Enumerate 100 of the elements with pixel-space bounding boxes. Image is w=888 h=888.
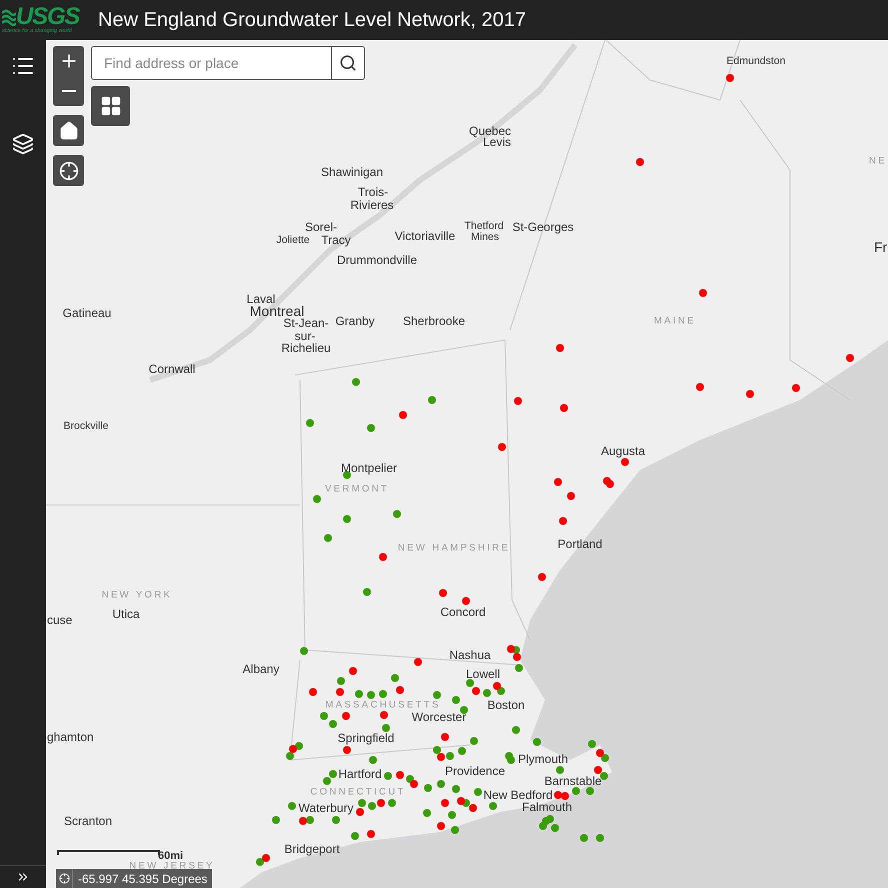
well-site-marker[interactable]: [596, 834, 604, 842]
well-site-marker[interactable]: [329, 770, 337, 778]
well-site-marker[interactable]: [379, 690, 387, 698]
well-site-marker[interactable]: [621, 458, 629, 466]
search-button[interactable]: [332, 46, 365, 80]
well-site-marker[interactable]: [367, 691, 375, 699]
well-site-marker[interactable]: [567, 492, 575, 500]
well-site-marker[interactable]: [699, 289, 707, 297]
well-site-marker[interactable]: [636, 158, 644, 166]
well-site-marker[interactable]: [472, 687, 480, 695]
well-site-marker[interactable]: [497, 687, 505, 695]
well-site-marker[interactable]: [262, 854, 270, 862]
well-site-marker[interactable]: [451, 826, 459, 834]
well-site-marker[interactable]: [792, 384, 800, 392]
well-site-marker[interactable]: [559, 517, 567, 525]
well-site-marker[interactable]: [306, 816, 314, 824]
well-site-marker[interactable]: [272, 816, 280, 824]
well-site-marker[interactable]: [466, 679, 474, 687]
well-site-marker[interactable]: [382, 724, 390, 732]
well-site-marker[interactable]: [393, 510, 401, 518]
well-site-marker[interactable]: [515, 664, 523, 672]
well-site-marker[interactable]: [469, 804, 477, 812]
well-site-marker[interactable]: [606, 480, 614, 488]
well-site-marker[interactable]: [470, 737, 478, 745]
well-site-marker[interactable]: [441, 799, 449, 807]
well-site-marker[interactable]: [441, 733, 449, 741]
well-site-marker[interactable]: [580, 834, 588, 842]
well-site-marker[interactable]: [542, 817, 550, 825]
search-field[interactable]: Find address or place: [91, 46, 332, 80]
well-site-marker[interactable]: [507, 645, 515, 653]
well-site-marker[interactable]: [351, 832, 359, 840]
well-site-marker[interactable]: [600, 772, 608, 780]
well-site-marker[interactable]: [452, 785, 460, 793]
well-site-marker[interactable]: [369, 756, 377, 764]
well-site-marker[interactable]: [452, 696, 460, 704]
well-site-marker[interactable]: [437, 780, 445, 788]
well-site-marker[interactable]: [352, 378, 360, 386]
well-site-marker[interactable]: [363, 588, 371, 596]
well-site-marker[interactable]: [288, 802, 296, 810]
well-site-marker[interactable]: [462, 597, 470, 605]
well-site-marker[interactable]: [377, 799, 385, 807]
well-site-marker[interactable]: [313, 495, 321, 503]
well-site-marker[interactable]: [554, 478, 562, 486]
well-site-marker[interactable]: [286, 752, 294, 760]
well-site-marker[interactable]: [556, 344, 564, 352]
well-site-marker[interactable]: [439, 589, 447, 597]
well-site-marker[interactable]: [332, 816, 340, 824]
well-site-marker[interactable]: [460, 706, 468, 714]
well-site-marker[interactable]: [561, 792, 569, 800]
well-site-marker[interactable]: [726, 74, 734, 82]
well-site-marker[interactable]: [437, 753, 445, 761]
well-site-marker[interactable]: [358, 799, 366, 807]
well-site-marker[interactable]: [380, 711, 388, 719]
well-site-marker[interactable]: [391, 674, 399, 682]
well-site-marker[interactable]: [336, 688, 344, 696]
well-site-marker[interactable]: [324, 534, 332, 542]
well-site-marker[interactable]: [337, 677, 345, 685]
well-site-marker[interactable]: [388, 799, 396, 807]
well-site-marker[interactable]: [586, 787, 594, 795]
well-site-marker[interactable]: [414, 658, 422, 666]
well-site-marker[interactable]: [846, 354, 854, 362]
well-site-marker[interactable]: [329, 720, 337, 728]
well-site-marker[interactable]: [572, 787, 580, 795]
well-site-marker[interactable]: [437, 822, 445, 830]
well-site-marker[interactable]: [289, 745, 297, 753]
well-site-marker[interactable]: [410, 780, 418, 788]
well-site-marker[interactable]: [512, 726, 520, 734]
well-site-marker[interactable]: [474, 788, 482, 796]
well-site-marker[interactable]: [256, 858, 264, 866]
well-site-marker[interactable]: [306, 419, 314, 427]
well-site-marker[interactable]: [320, 712, 328, 720]
well-site-marker[interactable]: [588, 740, 596, 748]
well-site-marker[interactable]: [513, 653, 521, 661]
well-site-marker[interactable]: [356, 808, 364, 816]
well-site-marker[interactable]: [560, 404, 568, 412]
well-site-marker[interactable]: [746, 390, 754, 398]
basemap-gallery-button[interactable]: [91, 86, 130, 126]
well-site-marker[interactable]: [483, 689, 491, 697]
well-site-marker[interactable]: [367, 830, 375, 838]
well-site-marker[interactable]: [594, 766, 602, 774]
well-site-marker[interactable]: [343, 515, 351, 523]
well-site-marker[interactable]: [507, 756, 515, 764]
well-site-marker[interactable]: [493, 682, 501, 690]
well-site-marker[interactable]: [309, 688, 317, 696]
well-site-marker[interactable]: [300, 647, 308, 655]
well-site-marker[interactable]: [489, 802, 497, 810]
well-site-marker[interactable]: [551, 824, 559, 832]
well-site-marker[interactable]: [299, 817, 307, 825]
home-button[interactable]: [53, 115, 84, 146]
well-site-marker[interactable]: [379, 553, 387, 561]
well-site-marker[interactable]: [342, 712, 350, 720]
well-site-marker[interactable]: [368, 802, 376, 810]
well-site-marker[interactable]: [533, 738, 541, 746]
well-site-marker[interactable]: [514, 397, 522, 405]
well-site-marker[interactable]: [457, 797, 465, 805]
well-site-marker[interactable]: [554, 791, 562, 799]
locate-button[interactable]: [53, 155, 84, 186]
well-site-marker[interactable]: [384, 772, 392, 780]
well-site-marker[interactable]: [396, 686, 404, 694]
well-site-marker[interactable]: [295, 742, 303, 750]
